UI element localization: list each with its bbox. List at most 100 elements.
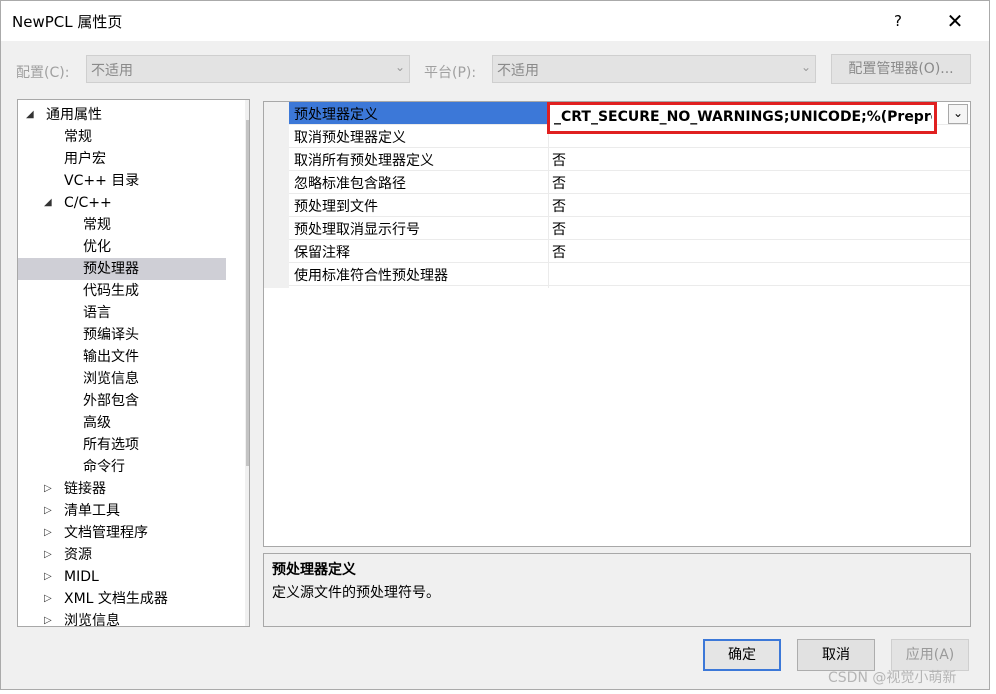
- tree-item-label: 语言: [83, 305, 111, 321]
- property-value[interactable]: 否: [552, 196, 566, 216]
- tree-item[interactable]: ▷ 清单工具: [18, 500, 226, 522]
- property-row[interactable]: 忽略标准包含路径 否: [289, 171, 970, 194]
- tree-item-label: 链接器: [64, 481, 106, 497]
- property-grid: 预处理器定义 取消预处理器定义 取消所有预处理器定义否忽略标准包含路径否预处理到文件…: [263, 101, 971, 547]
- tree-item[interactable]: 所有选项: [18, 434, 226, 456]
- value-highlight-box[interactable]: _CRT_SECURE_NO_WARNINGS;UNICODE;%(Prepro…: [547, 102, 937, 134]
- preprocessor-definitions-value[interactable]: _CRT_SECURE_NO_WARNINGS;UNICODE;%(Prepro…: [554, 109, 932, 125]
- tree-item[interactable]: 高级: [18, 412, 226, 434]
- tree-item-label: 外部包含: [83, 393, 139, 409]
- description-text: 定义源文件的预处理符号。: [272, 585, 440, 601]
- tree-item[interactable]: 语言: [18, 302, 226, 324]
- tree-item[interactable]: 预处理器: [18, 258, 226, 280]
- property-name: 忽略标准包含路径: [294, 176, 406, 192]
- tree-item-label: 用户宏: [64, 151, 106, 167]
- watermark: CSDN @视觉小萌新: [828, 670, 957, 686]
- tree-item-label: MIDL: [64, 569, 99, 585]
- property-row[interactable]: 预处理到文件 否: [289, 194, 970, 217]
- property-row[interactable]: 保留注释 否: [289, 240, 970, 263]
- expand-triangle-icon[interactable]: ▷: [44, 522, 52, 544]
- platform-select-value: 不适用: [497, 63, 539, 79]
- chevron-down-icon: ⌄: [394, 60, 405, 74]
- collapse-triangle-icon[interactable]: ◢: [26, 104, 34, 126]
- tree-scrollbar-thumb[interactable]: [246, 120, 249, 466]
- expand-triangle-icon[interactable]: ▷: [44, 478, 52, 500]
- tree-item-label: 浏览信息: [83, 371, 139, 387]
- tree-item-label: 常规: [64, 129, 92, 145]
- property-value[interactable]: 否: [552, 242, 566, 262]
- tree-item-label: 所有选项: [83, 437, 139, 453]
- description-panel: 预处理器定义 定义源文件的预处理符号。: [263, 553, 971, 627]
- tree-item-label: 预编译头: [83, 327, 139, 343]
- property-value[interactable]: 否: [552, 150, 566, 170]
- expand-triangle-icon[interactable]: ▷: [44, 588, 52, 610]
- ok-button[interactable]: 确定: [703, 639, 781, 671]
- config-select[interactable]: 不适用 ⌄: [86, 55, 410, 83]
- config-label: 配置(C):: [16, 65, 70, 81]
- property-name: 保留注释: [294, 245, 350, 261]
- tree-item[interactable]: 输出文件: [18, 346, 226, 368]
- expand-triangle-icon[interactable]: ▷: [44, 544, 52, 566]
- tree-item-label: 命令行: [83, 459, 125, 475]
- tree-item-label: 资源: [64, 547, 92, 563]
- tree-item[interactable]: VC++ 目录: [18, 170, 226, 192]
- tree-item[interactable]: ◢ C/C++: [18, 192, 226, 214]
- expand-triangle-icon[interactable]: ▷: [44, 610, 52, 626]
- property-row[interactable]: 取消所有预处理器定义 否: [289, 148, 970, 171]
- scroll-down-icon[interactable]: ⌄: [245, 605, 249, 619]
- property-pages-dialog: NewPCL 属性页 ? ✕ 配置(C): 不适用 ⌄ 平台(P): 不适用 ⌄…: [0, 0, 990, 690]
- tree-item-label: 清单工具: [64, 503, 120, 519]
- expand-triangle-icon[interactable]: ▷: [44, 500, 52, 522]
- chevron-down-icon: ⌄: [800, 60, 811, 74]
- tree-item-label: 通用属性: [46, 107, 102, 123]
- tree-item-label: VC++ 目录: [64, 173, 140, 189]
- property-value[interactable]: 否: [552, 219, 566, 239]
- scroll-up-icon[interactable]: ⌃: [245, 102, 249, 116]
- property-name: 使用标准符合性预处理器: [294, 268, 448, 284]
- platform-label: 平台(P):: [424, 65, 477, 81]
- tree-item[interactable]: 命令行: [18, 456, 226, 478]
- close-button[interactable]: ✕: [936, 7, 974, 35]
- property-name: 预处理取消显示行号: [294, 222, 420, 238]
- tree-item[interactable]: 优化: [18, 236, 226, 258]
- tree-item[interactable]: ◢ 通用属性: [18, 104, 226, 126]
- property-row[interactable]: 预处理取消显示行号 否: [289, 217, 970, 240]
- tree-item[interactable]: ▷ 链接器: [18, 478, 226, 500]
- collapse-triangle-icon[interactable]: ◢: [44, 192, 52, 214]
- tree-item-label: 预处理器: [83, 261, 139, 277]
- platform-select[interactable]: 不适用 ⌄: [492, 55, 816, 83]
- expand-triangle-icon[interactable]: ▷: [44, 566, 52, 588]
- tree-item-label: XML 文档生成器: [64, 591, 168, 607]
- tree-item-label: 浏览信息: [64, 613, 120, 627]
- property-name: 预处理器定义: [294, 107, 378, 123]
- tree-item-label: 优化: [83, 239, 111, 255]
- tree-item[interactable]: 用户宏: [18, 148, 226, 170]
- tree-item[interactable]: ▷ MIDL: [18, 566, 226, 588]
- config-select-value: 不适用: [91, 63, 133, 79]
- tree-item-label: 常规: [83, 217, 111, 233]
- property-row[interactable]: 使用标准符合性预处理器: [289, 263, 970, 286]
- tree-item[interactable]: ▷ 资源: [18, 544, 226, 566]
- tree-item-label: 文档管理程序: [64, 525, 148, 541]
- tree-item[interactable]: ▷ XML 文档生成器: [18, 588, 226, 610]
- description-title: 预处理器定义: [272, 562, 356, 578]
- tree-item[interactable]: 常规: [18, 214, 226, 236]
- property-value[interactable]: 否: [552, 173, 566, 193]
- tree-item-label: 高级: [83, 415, 111, 431]
- tree-item[interactable]: 代码生成: [18, 280, 226, 302]
- tree-item[interactable]: ▷ 浏览信息: [18, 610, 226, 627]
- value-dropdown-button[interactable]: ⌄: [948, 104, 968, 124]
- grid-margin: [264, 102, 289, 288]
- tree-item[interactable]: 常规: [18, 126, 226, 148]
- category-tree: ◢ 通用属性 常规 用户宏 VC++ 目录 ◢ C/C++ 常规 优化 预处理器 代码生成 语言 预编译…: [17, 99, 250, 627]
- tree-item[interactable]: 预编译头: [18, 324, 226, 346]
- tree-item[interactable]: 外部包含: [18, 390, 226, 412]
- configuration-manager-button[interactable]: 配置管理器(O)...: [831, 54, 971, 84]
- help-button[interactable]: ?: [881, 7, 915, 35]
- tree-item[interactable]: ▷ 文档管理程序: [18, 522, 226, 544]
- title-bar: NewPCL 属性页 ? ✕: [1, 1, 989, 41]
- window-title: NewPCL 属性页: [12, 13, 123, 31]
- tree-item-label: 输出文件: [83, 349, 139, 365]
- property-name: 取消所有预处理器定义: [294, 153, 434, 169]
- tree-item[interactable]: 浏览信息: [18, 368, 226, 390]
